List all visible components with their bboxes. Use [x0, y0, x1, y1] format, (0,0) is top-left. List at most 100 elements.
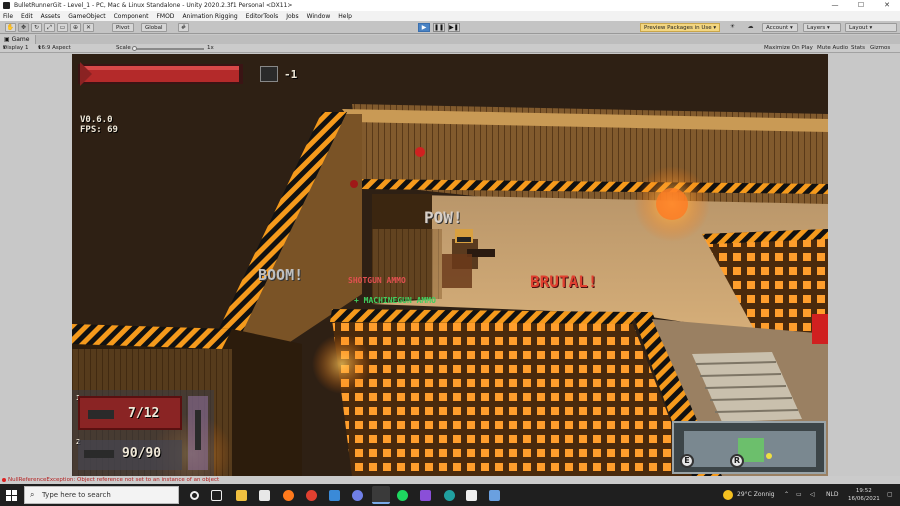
- hand-tool-icon[interactable]: ✋: [5, 23, 16, 32]
- minimize-button[interactable]: —: [822, 0, 848, 11]
- pause-button[interactable]: ❚❚: [433, 23, 445, 32]
- display-dropdown[interactable]: Display 1 ▾: [3, 44, 29, 53]
- game-viewport[interactable]: -1 V0.6.0 FPS: 69 POW! BOOM! BRUTAL! SHO…: [72, 54, 828, 476]
- aspect-dropdown[interactable]: 16:9 Aspect ▾: [38, 44, 71, 53]
- menu-file[interactable]: File: [3, 13, 13, 20]
- custom-tool-icon[interactable]: ✕: [83, 23, 94, 32]
- firefox-icon[interactable]: [283, 490, 294, 501]
- unity-icon: [3, 2, 10, 9]
- taskbar-clock[interactable]: 19:52 16/06/2021: [848, 487, 880, 503]
- pivot-toggle[interactable]: Pivot: [112, 23, 134, 32]
- grid-snap-icon[interactable]: #: [178, 23, 189, 32]
- weapon-slot-2[interactable]: 90/90: [78, 440, 182, 470]
- gizmos-dropdown[interactable]: Gizmos: [870, 44, 890, 53]
- preview-packages-dropdown[interactable]: Preview Packages in Use ▾: [640, 23, 720, 32]
- notes-icon[interactable]: [466, 490, 477, 501]
- language-indicator[interactable]: NLD: [826, 484, 838, 506]
- maximize-on-play-toggle[interactable]: Maximize On Play: [764, 44, 813, 53]
- slot2-ammo: 90/90: [122, 446, 162, 461]
- brutal-popup: BRUTAL!: [530, 272, 598, 291]
- scale-slider[interactable]: [132, 46, 137, 51]
- minimap-objective-marker: [766, 453, 772, 459]
- mute-audio-toggle[interactable]: Mute Audio: [817, 44, 848, 53]
- play-button[interactable]: ▶: [418, 23, 430, 32]
- scale-tool-icon[interactable]: ⤢: [44, 23, 55, 32]
- scale-value: 1x: [207, 45, 214, 51]
- maximize-button[interactable]: ☐: [848, 0, 874, 11]
- machinegun-ammo-pickup: + MACHINEGUN AMMO: [354, 296, 436, 305]
- windows-start-icon[interactable]: [6, 490, 17, 501]
- account-label: Account: [766, 25, 789, 31]
- clock-time: 19:52: [855, 488, 872, 494]
- windows-taskbar: ⌕ Type here to search 29°C Zonnig ⌃ ▭ ◁ …: [0, 484, 900, 506]
- scale-label: Scale: [116, 45, 131, 51]
- transform-tool-icon[interactable]: ⊕: [70, 23, 81, 32]
- visual-studio-icon[interactable]: [420, 490, 431, 501]
- shotgun-ammo-pickup: SHOTGUN AMMO: [348, 276, 406, 285]
- boom-popup: BOOM!: [258, 266, 304, 284]
- window-title: BulletRunnerGit - Level_1 - PC, Mac & Li…: [14, 2, 293, 9]
- search-placeholder: Type here to search: [42, 491, 111, 499]
- grenade-count: -1: [284, 68, 298, 81]
- close-button[interactable]: ✕: [874, 0, 900, 11]
- tab-game[interactable]: ▣ Game: [0, 35, 37, 44]
- weapon-slot-1[interactable]: 7/12: [78, 396, 182, 430]
- weather-text[interactable]: 29°C Zonnig: [737, 484, 775, 506]
- store-icon[interactable]: [259, 490, 270, 501]
- taskbar-search-input[interactable]: ⌕ Type here to search: [24, 486, 179, 504]
- editor-toolbar: ✋ ✥ ↻ ⤢ ▭ ⊕ ✕ Pivot Global # ▶ ❚❚ ▶❚ Pre…: [0, 21, 900, 34]
- grenade-icon: [260, 66, 278, 82]
- search-icon: ⌕: [30, 490, 35, 499]
- version-label: V0.6.0: [80, 115, 113, 125]
- discord-icon[interactable]: [352, 490, 363, 501]
- menu-assets[interactable]: Assets: [41, 13, 61, 20]
- layers-label: Layers: [807, 25, 826, 31]
- window-titlebar: BulletRunnerGit - Level_1 - PC, Mac & Li…: [0, 0, 900, 11]
- error-icon: [2, 478, 6, 482]
- cloud-icon[interactable]: ☁: [745, 23, 756, 32]
- pivot-label: Pivot: [116, 25, 130, 31]
- menu-window[interactable]: Window: [307, 13, 331, 20]
- cortana-icon[interactable]: [190, 491, 199, 500]
- notifications-icon[interactable]: ▢: [887, 484, 893, 506]
- menu-help[interactable]: Help: [338, 13, 352, 20]
- menu-fmod[interactable]: FMOD: [156, 13, 174, 20]
- menu-gameobject[interactable]: GameObject: [68, 13, 105, 20]
- stats-toggle[interactable]: Stats: [851, 44, 865, 53]
- menu-bar: File Edit Assets GameObject Component FM…: [0, 11, 900, 21]
- gitkraken-icon[interactable]: [444, 490, 455, 501]
- tray-chevron-icon[interactable]: ⌃: [784, 484, 789, 506]
- unity-taskbar-icon[interactable]: [372, 486, 390, 504]
- account-dropdown[interactable]: Account ▾: [762, 23, 798, 32]
- chrome-icon[interactable]: [306, 490, 317, 501]
- fps-counter: FPS: 69: [80, 125, 118, 135]
- layout-dropdown[interactable]: Layout ▾: [845, 23, 897, 32]
- minimap-key-r: R: [730, 454, 744, 468]
- rect-tool-icon[interactable]: ▭: [57, 23, 68, 32]
- task-view-icon[interactable]: [211, 490, 222, 501]
- file-explorer-icon[interactable]: [236, 490, 247, 501]
- minimap[interactable]: E R: [672, 421, 826, 474]
- step-button[interactable]: ▶❚: [448, 23, 460, 32]
- mail-icon[interactable]: [329, 490, 340, 501]
- menu-animation-rigging[interactable]: Animation Rigging: [182, 13, 237, 20]
- menu-component[interactable]: Component: [114, 13, 149, 20]
- volume-icon[interactable]: ◁: [810, 484, 815, 506]
- layout-label: Layout: [849, 25, 868, 31]
- menu-edit[interactable]: Edit: [21, 13, 33, 20]
- network-icon[interactable]: ▭: [796, 484, 802, 506]
- melee-slot[interactable]: [188, 396, 208, 470]
- game-tab-bar: ▣ Game: [0, 35, 900, 44]
- spotify-icon[interactable]: [397, 490, 408, 501]
- global-toggle[interactable]: Global: [141, 23, 167, 32]
- menu-jobs[interactable]: Jobs: [286, 13, 298, 20]
- move-tool-icon[interactable]: ✥: [18, 23, 29, 32]
- weather-icon[interactable]: [723, 490, 733, 500]
- rotate-tool-icon[interactable]: ↻: [31, 23, 42, 32]
- console-status-bar[interactable]: NullReferenceException: Object reference…: [0, 476, 900, 484]
- collab-icon[interactable]: ☀: [727, 23, 738, 32]
- menu-editortools[interactable]: EditorTools: [246, 13, 279, 20]
- slot1-ammo: 7/12: [128, 406, 160, 421]
- layers-dropdown[interactable]: Layers ▾: [803, 23, 841, 32]
- photos-icon[interactable]: [489, 490, 500, 501]
